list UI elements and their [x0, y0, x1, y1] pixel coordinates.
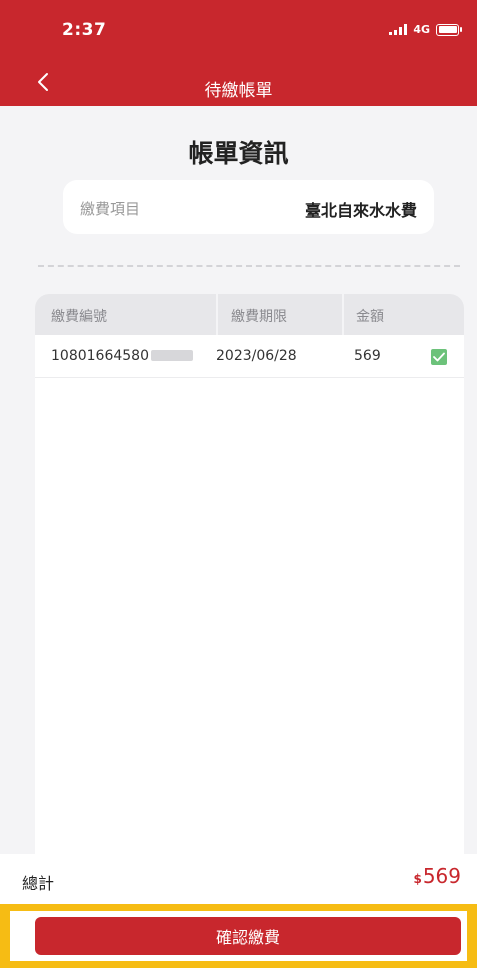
column-header-amount: 金額 — [356, 309, 384, 325]
header-title: 待繳帳單 — [204, 81, 273, 101]
status-time: 2:37 — [62, 20, 107, 40]
payment-item-label: 繳費項目 — [80, 200, 141, 218]
bill-number: 10801664580 — [51, 348, 149, 364]
total-value: 569 — [422, 864, 461, 888]
battery-icon — [436, 23, 462, 36]
confirm-area: 確認繳費 — [10, 911, 467, 961]
select-checkbox[interactable] — [431, 349, 447, 365]
dashed-divider — [38, 265, 460, 267]
bill-deadline: 2023/06/28 — [216, 348, 297, 364]
main-content: 帳單資訊 繳費項目 臺北自來水水費 繳費編號 繳費期限 金額 108016645… — [0, 106, 477, 968]
column-divider — [216, 294, 218, 335]
bill-amount: 569 — [354, 348, 381, 364]
payment-item-value: 臺北自來水水費 — [304, 201, 417, 220]
app-header: 2:37 4G 待繳帳單 — [0, 0, 477, 106]
confirm-highlight: 確認繳費 — [0, 904, 477, 968]
total-label: 總計 — [22, 874, 55, 893]
table-row[interactable]: 10801664580 2023/06/28 569 — [35, 335, 464, 378]
column-divider — [342, 294, 344, 335]
bill-number-cell: 10801664580 — [51, 348, 193, 364]
table-header: 繳費編號 繳費期限 金額 — [35, 294, 464, 335]
total-amount: $569 — [413, 864, 461, 888]
confirm-payment-button[interactable]: 確認繳費 — [35, 917, 461, 955]
signal-icon — [389, 24, 408, 35]
network-type: 4G — [413, 23, 430, 36]
currency-symbol: $ — [413, 872, 422, 886]
checkmark-icon — [433, 352, 445, 362]
bill-table: 繳費編號 繳費期限 金額 10801664580 2023/06/28 569 — [35, 294, 464, 854]
page-title: 帳單資訊 — [188, 139, 289, 168]
bottom-bar: 總計 $569 確認繳費 — [0, 854, 477, 968]
column-header-number: 繳費編號 — [51, 309, 107, 325]
payment-item-card: 繳費項目 臺北自來水水費 — [63, 180, 434, 234]
redacted-digits — [150, 350, 193, 361]
column-header-deadline: 繳費期限 — [231, 309, 287, 325]
status-indicators: 4G — [389, 23, 462, 36]
